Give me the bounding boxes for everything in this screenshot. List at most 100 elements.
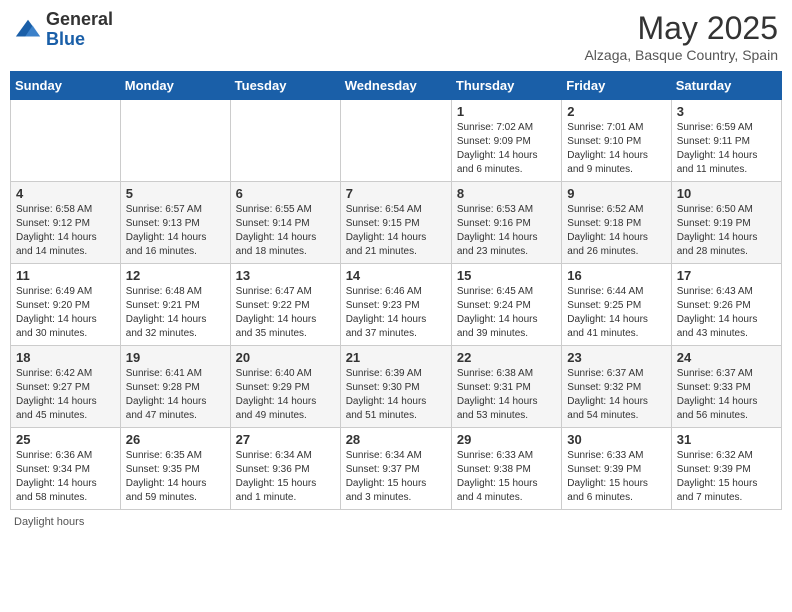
month-title: May 2025: [584, 10, 778, 47]
calendar-cell: 4Sunrise: 6:58 AM Sunset: 9:12 PM Daylig…: [11, 182, 121, 264]
day-number: 7: [346, 186, 446, 201]
day-number: 27: [236, 432, 335, 447]
calendar-cell: 25 Sunrise: 6:36 AM Sunset: 9:34 PM Dayli…: [11, 428, 121, 510]
calendar-cell: 14 Sunrise: 6:46 AM Sunset: 9:23 PM Dayli…: [340, 264, 451, 346]
day-info: Sunrise: 6:52 AM Sunset: 9:18 PM Dayligh…: [567, 203, 665, 259]
calendar-cell: [120, 100, 230, 182]
calendar-week-row: 4Sunrise: 6:58 AM Sunset: 9:12 PM Daylig…: [11, 182, 782, 264]
day-number: 31: [677, 432, 776, 447]
day-number: 15: [457, 268, 556, 283]
day-number: 25: [16, 432, 115, 447]
day-info: Sunrise: 6:53 AM Sunset: 9:16 PM Dayligh…: [457, 203, 556, 259]
calendar-cell: 8 Sunrise: 6:53 AM Sunset: 9:16 PM Daylig…: [451, 182, 561, 264]
day-info: Sunrise: 6:34 AM Sunset: 9:36 PM Dayligh…: [236, 449, 335, 505]
calendar-cell: 16 Sunrise: 6:44 AM Sunset: 9:25 PM Dayli…: [562, 264, 671, 346]
day-number: 21: [346, 350, 446, 365]
calendar-cell: [230, 100, 340, 182]
location: Alzaga, Basque Country, Spain: [584, 47, 778, 63]
day-number: 30: [567, 432, 665, 447]
col-header-monday: Monday: [120, 72, 230, 100]
day-number: 6: [236, 186, 335, 201]
day-info: Sunrise: 6:40 AM Sunset: 9:29 PM Dayligh…: [236, 367, 335, 423]
day-info: Sunrise: 6:44 AM Sunset: 9:25 PM Dayligh…: [567, 285, 665, 341]
calendar-cell: 3Sunrise: 6:59 AM Sunset: 9:11 PM Daylig…: [671, 100, 781, 182]
calendar-cell: 21 Sunrise: 6:39 AM Sunset: 9:30 PM Dayli…: [340, 346, 451, 428]
calendar-cell: 15 Sunrise: 6:45 AM Sunset: 9:24 PM Dayli…: [451, 264, 561, 346]
calendar-cell: 22 Sunrise: 6:38 AM Sunset: 9:31 PM Dayli…: [451, 346, 561, 428]
day-number: 16: [567, 268, 665, 283]
col-header-wednesday: Wednesday: [340, 72, 451, 100]
calendar-cell: 1Sunrise: 7:02 AM Sunset: 9:09 PM Daylig…: [451, 100, 561, 182]
day-number: 2: [567, 104, 665, 119]
day-info: Sunrise: 6:35 AM Sunset: 9:35 PM Dayligh…: [126, 449, 225, 505]
logo-general-text: General: [46, 10, 113, 30]
day-info: Sunrise: 6:39 AM Sunset: 9:30 PM Dayligh…: [346, 367, 446, 423]
calendar-week-row: 11Sunrise: 6:49 AM Sunset: 9:20 PM Dayli…: [11, 264, 782, 346]
day-number: 18: [16, 350, 115, 365]
col-header-thursday: Thursday: [451, 72, 561, 100]
calendar-cell: 23 Sunrise: 6:37 AM Sunset: 9:32 PM Dayli…: [562, 346, 671, 428]
day-info: Sunrise: 6:37 AM Sunset: 9:33 PM Dayligh…: [677, 367, 776, 423]
day-info: Sunrise: 6:57 AM Sunset: 9:13 PM Dayligh…: [126, 203, 225, 259]
col-header-friday: Friday: [562, 72, 671, 100]
day-info: Sunrise: 6:55 AM Sunset: 9:14 PM Dayligh…: [236, 203, 335, 259]
day-number: 24: [677, 350, 776, 365]
calendar-cell: 27 Sunrise: 6:34 AM Sunset: 9:36 PM Dayli…: [230, 428, 340, 510]
calendar-cell: 2 Sunrise: 7:01 AM Sunset: 9:10 PM Daylig…: [562, 100, 671, 182]
calendar-cell: 30Sunrise: 6:33 AM Sunset: 9:39 PM Dayli…: [562, 428, 671, 510]
day-info: Sunrise: 6:36 AM Sunset: 9:34 PM Dayligh…: [16, 449, 115, 505]
calendar-cell: [11, 100, 121, 182]
page-header: General Blue May 2025 Alzaga, Basque Cou…: [10, 10, 782, 63]
day-number: 29: [457, 432, 556, 447]
day-info: Sunrise: 6:38 AM Sunset: 9:31 PM Dayligh…: [457, 367, 556, 423]
day-info: Sunrise: 6:37 AM Sunset: 9:32 PM Dayligh…: [567, 367, 665, 423]
calendar-cell: 18Sunrise: 6:42 AM Sunset: 9:27 PM Dayli…: [11, 346, 121, 428]
day-number: 11: [16, 268, 115, 283]
day-number: 22: [457, 350, 556, 365]
day-info: Sunrise: 6:43 AM Sunset: 9:26 PM Dayligh…: [677, 285, 776, 341]
logo: General Blue: [14, 10, 113, 50]
day-info: Sunrise: 6:41 AM Sunset: 9:28 PM Dayligh…: [126, 367, 225, 423]
day-number: 10: [677, 186, 776, 201]
day-number: 8: [457, 186, 556, 201]
calendar-cell: 12 Sunrise: 6:48 AM Sunset: 9:21 PM Dayli…: [120, 264, 230, 346]
day-number: 5: [126, 186, 225, 201]
footer: Daylight hours: [10, 516, 782, 528]
calendar-cell: 6 Sunrise: 6:55 AM Sunset: 9:14 PM Daylig…: [230, 182, 340, 264]
day-info: Sunrise: 6:33 AM Sunset: 9:38 PM Dayligh…: [457, 449, 556, 505]
day-number: 12: [126, 268, 225, 283]
calendar-cell: 20 Sunrise: 6:40 AM Sunset: 9:29 PM Dayli…: [230, 346, 340, 428]
title-area: May 2025 Alzaga, Basque Country, Spain: [584, 10, 778, 63]
day-number: 1: [457, 104, 556, 119]
logo-blue-text: Blue: [46, 30, 113, 50]
day-info: Sunrise: 6:32 AM Sunset: 9:39 PM Dayligh…: [677, 449, 776, 505]
calendar-cell: 11Sunrise: 6:49 AM Sunset: 9:20 PM Dayli…: [11, 264, 121, 346]
day-info: Sunrise: 6:47 AM Sunset: 9:22 PM Dayligh…: [236, 285, 335, 341]
day-number: 26: [126, 432, 225, 447]
day-info: Sunrise: 6:50 AM Sunset: 9:19 PM Dayligh…: [677, 203, 776, 259]
day-number: 14: [346, 268, 446, 283]
daylight-hours-label: Daylight hours: [14, 516, 84, 528]
day-info: Sunrise: 6:46 AM Sunset: 9:23 PM Dayligh…: [346, 285, 446, 341]
calendar-cell: 5 Sunrise: 6:57 AM Sunset: 9:13 PM Daylig…: [120, 182, 230, 264]
day-info: Sunrise: 6:34 AM Sunset: 9:37 PM Dayligh…: [346, 449, 446, 505]
day-number: 13: [236, 268, 335, 283]
day-info: Sunrise: 7:01 AM Sunset: 9:10 PM Dayligh…: [567, 121, 665, 177]
logo-text: General Blue: [46, 10, 113, 50]
col-header-sunday: Sunday: [11, 72, 121, 100]
calendar-cell: 19Sunrise: 6:41 AM Sunset: 9:28 PM Dayli…: [120, 346, 230, 428]
day-number: 23: [567, 350, 665, 365]
day-info: Sunrise: 6:58 AM Sunset: 9:12 PM Dayligh…: [16, 203, 115, 259]
day-info: Sunrise: 6:45 AM Sunset: 9:24 PM Dayligh…: [457, 285, 556, 341]
calendar-cell: 26 Sunrise: 6:35 AM Sunset: 9:35 PM Dayli…: [120, 428, 230, 510]
calendar-cell: 7Sunrise: 6:54 AM Sunset: 9:15 PM Daylig…: [340, 182, 451, 264]
day-number: 3: [677, 104, 776, 119]
day-info: Sunrise: 6:48 AM Sunset: 9:21 PM Dayligh…: [126, 285, 225, 341]
day-number: 20: [236, 350, 335, 365]
calendar-cell: 24 Sunrise: 6:37 AM Sunset: 9:33 PM Dayli…: [671, 346, 781, 428]
calendar-cell: 28 Sunrise: 6:34 AM Sunset: 9:37 PM Dayli…: [340, 428, 451, 510]
calendar-week-row: 25 Sunrise: 6:36 AM Sunset: 9:34 PM Dayli…: [11, 428, 782, 510]
day-number: 28: [346, 432, 446, 447]
calendar-week-row: 1Sunrise: 7:02 AM Sunset: 9:09 PM Daylig…: [11, 100, 782, 182]
col-header-tuesday: Tuesday: [230, 72, 340, 100]
